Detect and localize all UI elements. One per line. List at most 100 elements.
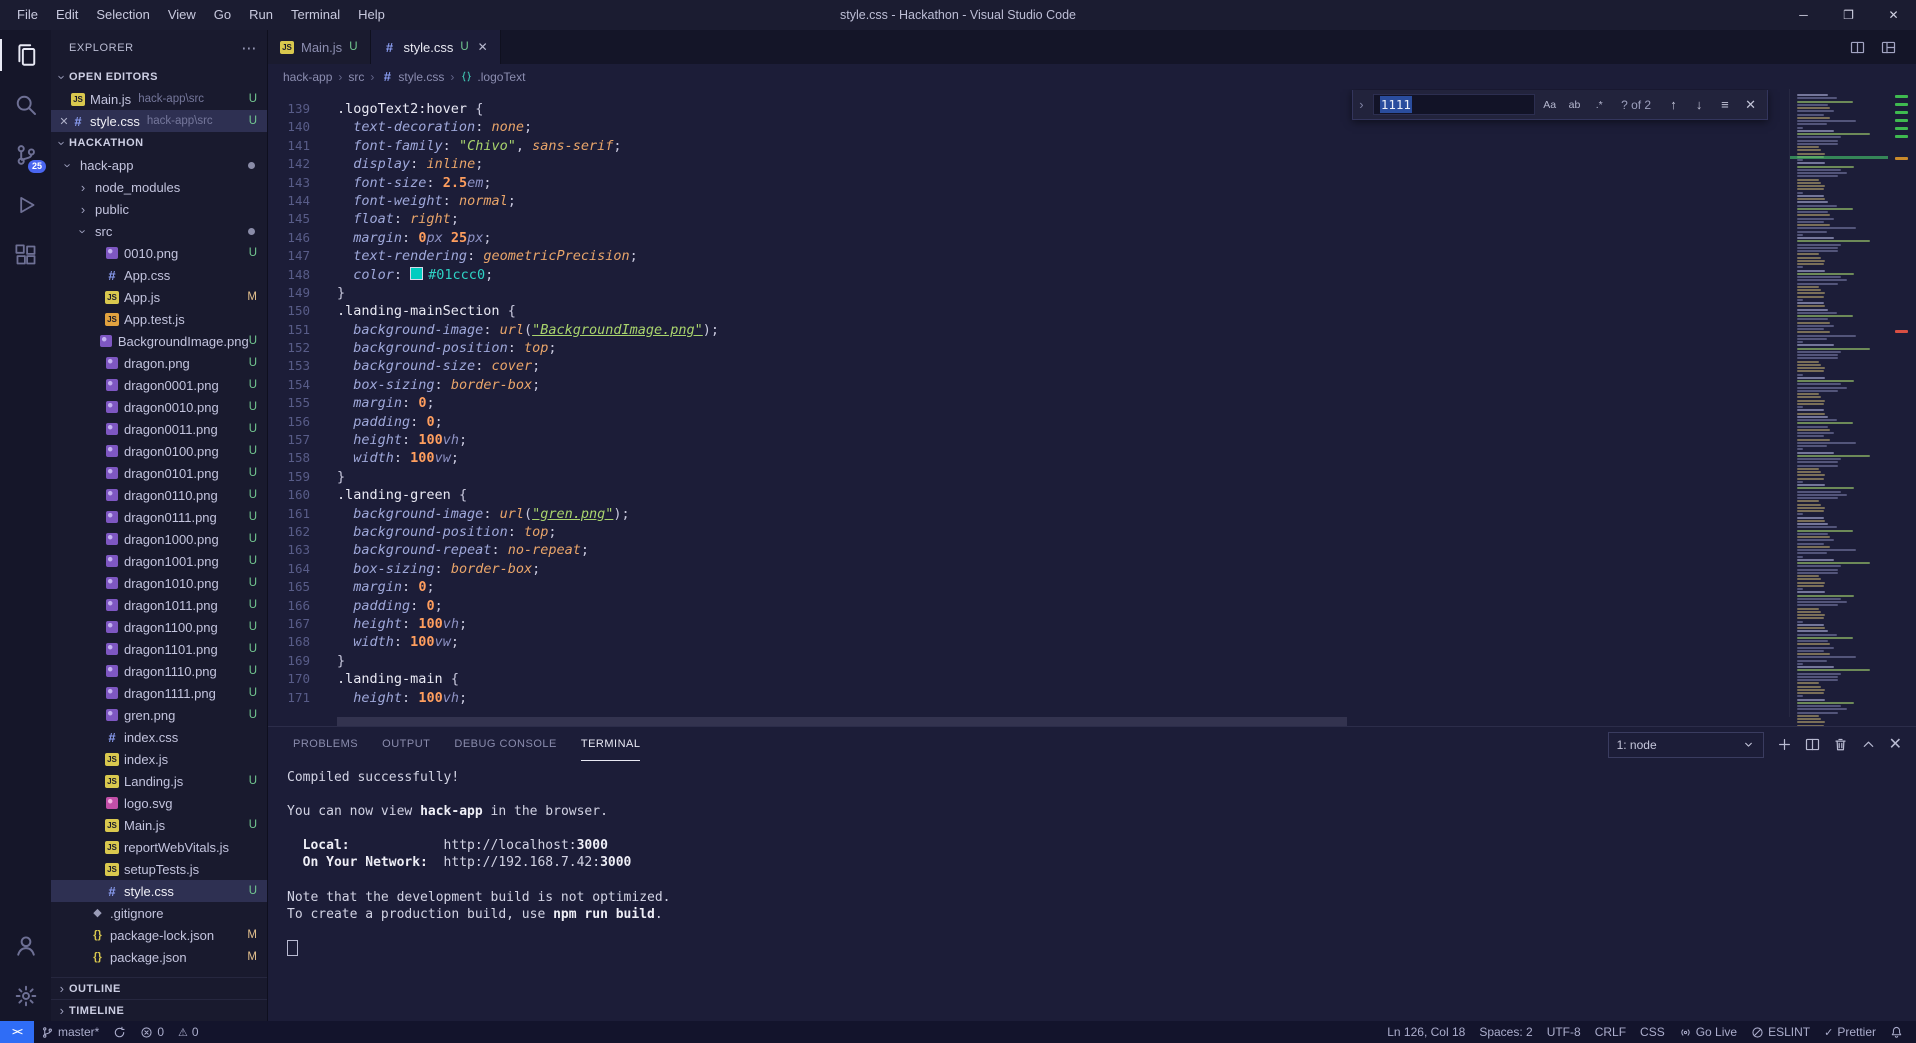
tree-file-dragon0110-png[interactable]: dragon0110.png U bbox=[51, 484, 267, 506]
tree-file-index-js[interactable]: JS index.js bbox=[51, 748, 267, 770]
tree-file-dragon0111-png[interactable]: dragon0111.png U bbox=[51, 506, 267, 528]
trash-icon[interactable] bbox=[1833, 737, 1848, 752]
tree-file-app-test-js[interactable]: JS App.test.js bbox=[51, 308, 267, 330]
activity-explorer[interactable] bbox=[0, 30, 51, 80]
maximize-button[interactable]: ❐ bbox=[1826, 0, 1871, 30]
panel-tab-problems[interactable]: PROBLEMS bbox=[293, 727, 358, 761]
open-editors-header[interactable]: › OPEN EDITORS bbox=[51, 66, 267, 88]
find-close-button[interactable]: ✕ bbox=[1740, 94, 1761, 115]
tree-folder-public[interactable]: › public bbox=[51, 198, 267, 220]
tree-file-index-css[interactable]: # index.css bbox=[51, 726, 267, 748]
tree-file-dragon1111-png[interactable]: dragon1111.png U bbox=[51, 682, 267, 704]
activity-source-control[interactable]: 25 bbox=[0, 130, 51, 180]
minimap[interactable] bbox=[1789, 89, 1888, 727]
status-git-branch[interactable]: master* bbox=[34, 1021, 106, 1043]
status-eol[interactable]: CRLF bbox=[1588, 1021, 1633, 1043]
breadcrumb-item[interactable]: hack-app bbox=[283, 70, 332, 84]
menu-help[interactable]: Help bbox=[349, 0, 394, 30]
regex-toggle[interactable]: .* bbox=[1589, 95, 1609, 115]
tree-file-backgroundimage-png[interactable]: BackgroundImage.png U bbox=[51, 330, 267, 352]
tab-style-css[interactable]: # style.css U ✕ bbox=[370, 30, 501, 64]
minimize-button[interactable]: ─ bbox=[1781, 0, 1826, 30]
chevron-up-icon[interactable] bbox=[1861, 737, 1876, 752]
split-editor-icon[interactable] bbox=[1805, 737, 1820, 752]
menu-view[interactable]: View bbox=[159, 0, 205, 30]
status-warnings[interactable]: ⚠ 0 bbox=[171, 1021, 206, 1043]
activity-search[interactable] bbox=[0, 80, 51, 130]
find-input[interactable]: 1111 bbox=[1372, 94, 1535, 115]
split-editor-icon[interactable] bbox=[1850, 40, 1865, 55]
panel-tab-output[interactable]: OUTPUT bbox=[382, 727, 430, 761]
find-in-selection-button[interactable]: ≡ bbox=[1715, 94, 1736, 115]
status-indentation[interactable]: Spaces: 2 bbox=[1472, 1021, 1539, 1043]
tree-file-setuptests-js[interactable]: JS setupTests.js bbox=[51, 858, 267, 880]
tree-file-dragon1001-png[interactable]: dragon1001.png U bbox=[51, 550, 267, 572]
remote-indicator[interactable]: >< bbox=[0, 1021, 34, 1043]
menu-file[interactable]: File bbox=[8, 0, 47, 30]
tree-file-logo-svg[interactable]: logo.svg bbox=[51, 792, 267, 814]
tree-file-app-js[interactable]: JS App.js M bbox=[51, 286, 267, 308]
tree-folder-hack-app[interactable]: › hack-app bbox=[51, 154, 267, 176]
close-icon[interactable]: ✕ bbox=[478, 40, 488, 54]
match-case-toggle[interactable]: Aa bbox=[1540, 95, 1560, 115]
whole-word-toggle[interactable]: ab bbox=[1565, 95, 1585, 115]
tree-folder-src[interactable]: › src bbox=[51, 220, 267, 242]
close-icon[interactable]: ✕ bbox=[57, 115, 71, 128]
status-prettier[interactable]: ✓ Prettier bbox=[1817, 1021, 1883, 1043]
plus-icon[interactable] bbox=[1777, 737, 1792, 752]
tree-file-dragon-png[interactable]: dragon.png U bbox=[51, 352, 267, 374]
tree-file--gitignore[interactable]: ◆ .gitignore bbox=[51, 902, 267, 924]
tree-file-reportwebvitals-js[interactable]: JS reportWebVitals.js bbox=[51, 836, 267, 858]
activity-run-debug[interactable] bbox=[0, 180, 51, 230]
code-editor[interactable]: 139 .logoText2:hover {140 text-decoration… bbox=[268, 89, 1789, 717]
menu-go[interactable]: Go bbox=[205, 0, 240, 30]
tree-file-dragon0100-png[interactable]: dragon0100.png U bbox=[51, 440, 267, 462]
more-actions-icon[interactable]: ⋯ bbox=[241, 39, 257, 57]
tree-file-landing-js[interactable]: JS Landing.js U bbox=[51, 770, 267, 792]
section-outline[interactable]: › OUTLINE bbox=[51, 977, 267, 999]
activity-account[interactable] bbox=[0, 921, 51, 971]
terminal-output[interactable]: Compiled successfully! You can now view … bbox=[287, 769, 1896, 1017]
tree-folder-node-modules[interactable]: › node_modules bbox=[51, 176, 267, 198]
tree-file-dragon1110-png[interactable]: dragon1110.png U bbox=[51, 660, 267, 682]
activity-settings[interactable] bbox=[0, 971, 51, 1021]
tree-file-main-js[interactable]: JS Main.js U bbox=[51, 814, 267, 836]
tab-main-js[interactable]: JS Main.js U bbox=[268, 30, 371, 64]
breadcrumb-item[interactable]: .logoText bbox=[460, 70, 525, 84]
breadcrumb-item[interactable]: src bbox=[348, 70, 364, 84]
status-encoding[interactable]: UTF-8 bbox=[1540, 1021, 1588, 1043]
toggle-replace-icon[interactable]: › bbox=[1355, 97, 1368, 112]
status-notifications[interactable] bbox=[1883, 1021, 1910, 1043]
panel-tab-terminal[interactable]: TERMINAL bbox=[580, 727, 641, 761]
tree-file-0010-png[interactable]: 0010.png U bbox=[51, 242, 267, 264]
tree-file-dragon1100-png[interactable]: dragon1100.png U bbox=[51, 616, 267, 638]
open-editor-item[interactable]: JS Main.js hack-app\src U bbox=[51, 88, 267, 110]
panel-tab-debug-console[interactable]: DEBUG CONSOLE bbox=[454, 727, 556, 761]
status-eslint[interactable]: ESLINT bbox=[1744, 1021, 1817, 1043]
close-glyph[interactable]: ✕ bbox=[1889, 736, 1902, 754]
layout-icon[interactable] bbox=[1881, 40, 1896, 55]
terminal-shell-selector[interactable]: 1: node bbox=[1607, 731, 1764, 758]
tree-file-dragon1010-png[interactable]: dragon1010.png U bbox=[51, 572, 267, 594]
tree-file-dragon0101-png[interactable]: dragon0101.png U bbox=[51, 462, 267, 484]
tree-file-gren-png[interactable]: gren.png U bbox=[51, 704, 267, 726]
status-cursor-position[interactable]: Ln 126, Col 18 bbox=[1380, 1021, 1472, 1043]
menu-run[interactable]: Run bbox=[240, 0, 282, 30]
overview-ruler[interactable] bbox=[1888, 89, 1916, 717]
tree-file-dragon0001-png[interactable]: dragon0001.png U bbox=[51, 374, 267, 396]
section-timeline[interactable]: › TIMELINE bbox=[51, 999, 267, 1021]
breadcrumb-item[interactable]: # style.css bbox=[380, 70, 445, 84]
tree-file-dragon0010-png[interactable]: dragon0010.png U bbox=[51, 396, 267, 418]
find-previous-button[interactable]: ↑ bbox=[1663, 94, 1684, 115]
tree-file-dragon1011-png[interactable]: dragon1011.png U bbox=[51, 594, 267, 616]
open-editor-item[interactable]: ✕ # style.css hack-app\src U bbox=[51, 110, 267, 132]
status-sync[interactable] bbox=[106, 1021, 133, 1043]
status-errors[interactable]: 0 bbox=[133, 1021, 171, 1043]
tree-file-dragon1101-png[interactable]: dragon1101.png U bbox=[51, 638, 267, 660]
menu-terminal[interactable]: Terminal bbox=[282, 0, 349, 30]
tree-file-package-lock-json[interactable]: {} package-lock.json M bbox=[51, 924, 267, 946]
project-header[interactable]: › HACKATHON bbox=[51, 132, 267, 154]
close-button[interactable]: ✕ bbox=[1871, 0, 1916, 30]
tree-file-style-css[interactable]: # style.css U bbox=[51, 880, 267, 902]
tree-file-app-css[interactable]: # App.css bbox=[51, 264, 267, 286]
